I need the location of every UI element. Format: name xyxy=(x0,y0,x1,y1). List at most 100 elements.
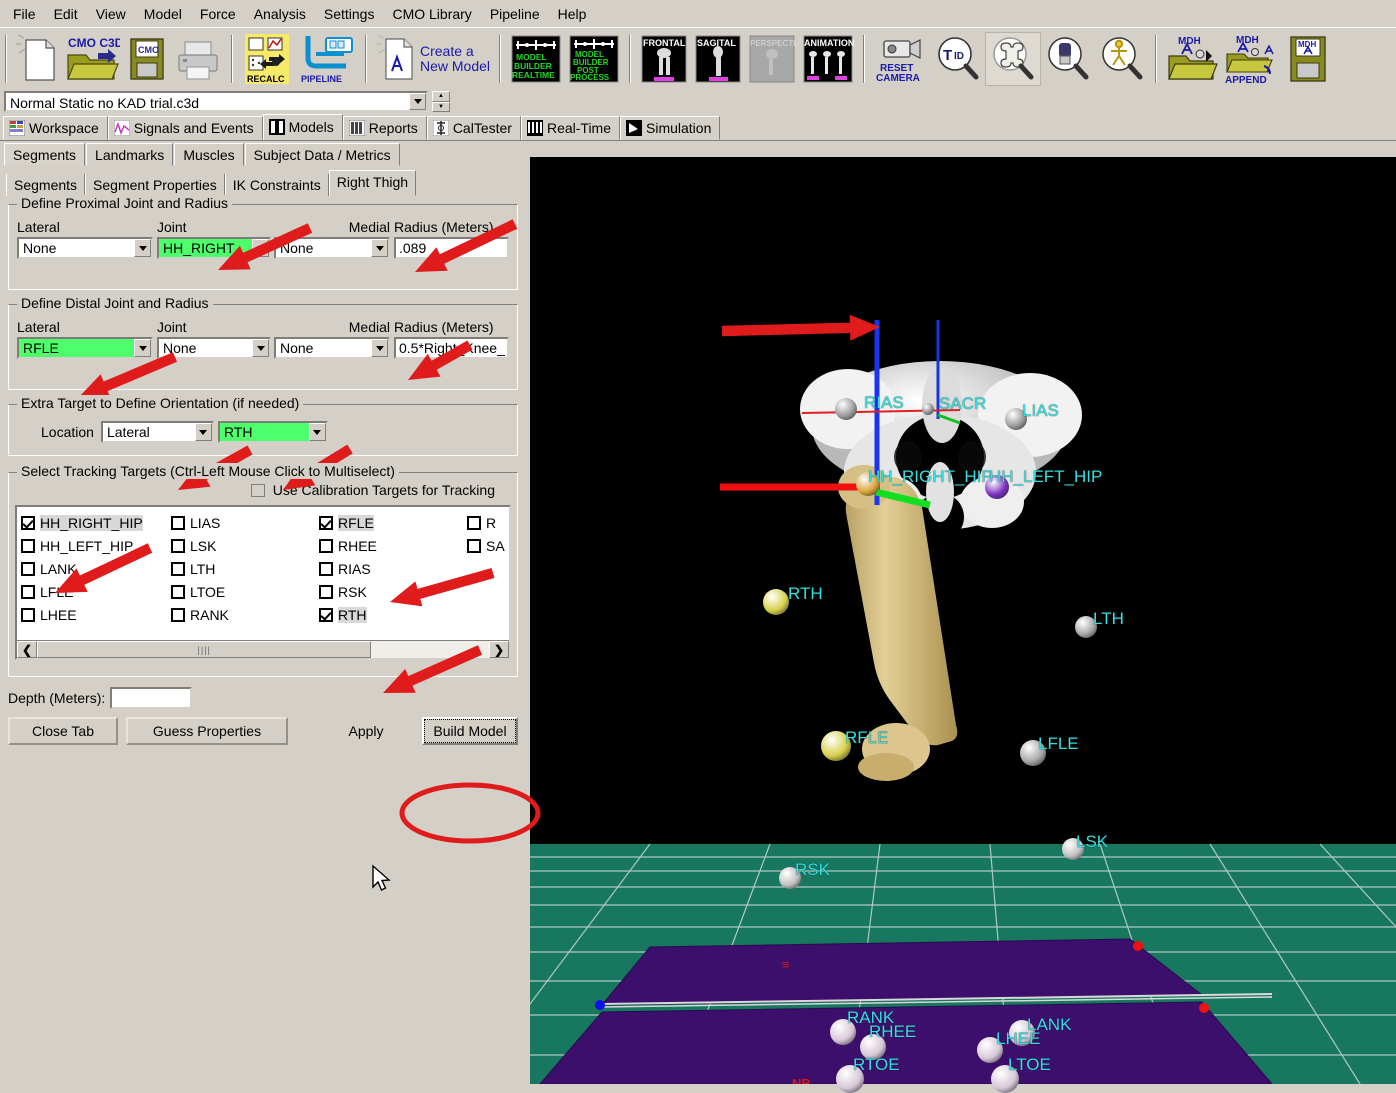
marker-sphere[interactable] xyxy=(763,589,789,615)
tracking-item-rth[interactable]: RTH xyxy=(319,603,467,626)
chevron-down-icon[interactable] xyxy=(371,339,388,357)
checkbox-icon[interactable] xyxy=(319,538,333,553)
tracking-item-rias[interactable]: RIAS xyxy=(319,557,467,580)
checkbox-icon[interactable] xyxy=(21,584,35,599)
tracking-horizontal-scrollbar[interactable]: ❮ |||| ❯ xyxy=(17,640,509,658)
skeleton-zoom-button[interactable] xyxy=(1095,32,1149,86)
reset-camera-button[interactable]: RESET CAMERA xyxy=(871,32,931,86)
tracking-item-lth[interactable]: LTH xyxy=(171,557,319,580)
mdh-open-button[interactable]: MDH xyxy=(1163,32,1221,86)
checkbox-icon[interactable] xyxy=(467,515,481,530)
tracking-item-lsk[interactable]: LSK xyxy=(171,534,319,557)
proximal-lateral-dropdown[interactable]: None xyxy=(17,237,153,259)
chevron-down-icon[interactable] xyxy=(134,239,151,257)
model-builder-post-process-button[interactable]: MODEL BUILDER POST PROCESS xyxy=(565,32,623,86)
tab-signals-and-events[interactable]: Signals and Events xyxy=(107,116,263,140)
extra-target-marker-dropdown[interactable]: RTH xyxy=(217,421,328,443)
model-3d-viewport[interactable]: ≡ NB RIAS SACR LIAS HH_RIGHT_HIP HH_LEFT… xyxy=(530,157,1396,1093)
menu-edit[interactable]: Edit xyxy=(45,3,87,25)
distal-joint-dropdown[interactable]: None xyxy=(157,337,271,359)
tab-muscles[interactable]: Muscles xyxy=(174,143,244,166)
tracking-item-clipped-2[interactable]: SA xyxy=(467,534,507,557)
apply-button[interactable]: Apply xyxy=(316,717,416,745)
checkbox-icon[interactable] xyxy=(319,561,333,576)
tracking-item-lias[interactable]: LIAS xyxy=(171,511,319,534)
menu-pipeline[interactable]: Pipeline xyxy=(481,3,549,25)
use-calibration-targets-checkbox[interactable] xyxy=(250,483,265,497)
chevron-down-icon[interactable] xyxy=(252,339,269,357)
distal-lateral-dropdown[interactable]: RFLE xyxy=(17,337,153,359)
bone-zoom-button[interactable] xyxy=(985,31,1042,86)
tracking-item-lfle[interactable]: LFLE xyxy=(21,580,171,603)
pipeline-button[interactable]: PIPELINE xyxy=(295,32,359,86)
menu-force[interactable]: Force xyxy=(191,3,245,25)
tab-models[interactable]: Models xyxy=(262,114,343,140)
build-model-button[interactable]: Build Model xyxy=(422,717,518,745)
perspective-view-button[interactable]: PERSPECTIVE xyxy=(745,32,799,86)
checkbox-icon[interactable] xyxy=(171,561,185,576)
tab-ik-constraints[interactable]: IK Constraints xyxy=(224,174,329,196)
tracking-item-rank[interactable]: RANK xyxy=(171,603,319,626)
tracking-targets-listbox[interactable]: HH_RIGHT_HIP HH_LEFT_HIP LANK LFLE LHEE … xyxy=(15,505,511,660)
tab-segments-detail[interactable]: Segments xyxy=(6,174,86,196)
proximal-radius-input[interactable]: .089 xyxy=(394,237,509,259)
menu-settings[interactable]: Settings xyxy=(315,3,384,25)
trial-file-combo[interactable]: Normal Static no KAD trial.c3d xyxy=(4,91,428,112)
tab-subject-data[interactable]: Subject Data / Metrics xyxy=(244,143,400,166)
proximal-medial-dropdown[interactable]: None xyxy=(274,237,390,259)
tab-workspace[interactable]: Workspace xyxy=(3,116,108,140)
checkbox-icon[interactable] xyxy=(319,584,333,599)
extra-target-location-dropdown[interactable]: Lateral xyxy=(100,421,214,443)
tracking-item-lhee[interactable]: LHEE xyxy=(21,603,171,626)
menu-analysis[interactable]: Analysis xyxy=(245,3,315,25)
trial-file-spinner[interactable]: ▲ ▼ xyxy=(432,91,450,112)
scrollbar-track[interactable]: |||| xyxy=(37,641,489,658)
tracking-item-hh-left-hip[interactable]: HH_LEFT_HIP xyxy=(21,534,171,557)
menu-view[interactable]: View xyxy=(87,3,135,25)
checkbox-icon[interactable] xyxy=(171,515,185,530)
checkbox-icon[interactable] xyxy=(21,607,35,622)
spinner-up-icon[interactable]: ▲ xyxy=(432,91,450,102)
checkbox-icon[interactable] xyxy=(171,607,185,622)
tab-landmarks[interactable]: Landmarks xyxy=(86,143,174,166)
chevron-left-icon[interactable]: ❮ xyxy=(17,641,37,658)
recalc-button[interactable]: RECALC xyxy=(239,32,295,86)
tab-segments[interactable]: Segments xyxy=(4,143,86,166)
scrollbar-thumb[interactable]: |||| xyxy=(37,641,372,658)
checkbox-icon[interactable] xyxy=(21,538,35,553)
distal-medial-dropdown[interactable]: None xyxy=(274,337,390,359)
chevron-down-icon[interactable] xyxy=(308,423,326,441)
tab-reports[interactable]: Reports xyxy=(342,116,427,140)
chevron-down-icon[interactable] xyxy=(134,339,151,357)
tracking-item-clipped-1[interactable]: R xyxy=(467,511,507,534)
tab-simulation[interactable]: Simulation xyxy=(620,116,721,140)
menu-help[interactable]: Help xyxy=(549,3,596,25)
checkbox-icon[interactable] xyxy=(21,515,35,530)
spinner-down-icon[interactable]: ▼ xyxy=(432,101,450,112)
tracking-item-rsk[interactable]: RSK xyxy=(319,580,467,603)
create-new-model-button[interactable]: Create a New Model xyxy=(373,32,493,86)
tid-zoom-button[interactable]: T ID xyxy=(931,32,985,86)
animation-button[interactable]: ANIMATION xyxy=(799,32,857,86)
close-tab-button[interactable]: Close Tab xyxy=(8,717,118,745)
mdh-append-button[interactable]: MDH APPEND xyxy=(1221,32,1283,86)
chevron-down-icon[interactable] xyxy=(371,239,388,257)
checkbox-icon[interactable] xyxy=(319,515,333,530)
checkbox-icon[interactable] xyxy=(21,561,35,576)
chevron-right-icon[interactable]: ❯ xyxy=(489,641,509,658)
tracking-item-rhee[interactable]: RHEE xyxy=(319,534,467,557)
tracking-item-ltoe[interactable]: LTOE xyxy=(171,580,319,603)
sagittal-view-button[interactable]: SAGITAL xyxy=(691,32,745,86)
checkbox-icon[interactable] xyxy=(319,607,333,622)
print-button[interactable] xyxy=(171,32,225,86)
tab-right-thigh[interactable]: Right Thigh xyxy=(328,170,417,196)
marker-sphere[interactable] xyxy=(922,403,934,415)
chevron-down-icon[interactable] xyxy=(409,93,426,110)
mdh-save-button[interactable]: MDH xyxy=(1283,32,1333,86)
open-cmo-c3d-button[interactable]: CMO C3D xyxy=(61,32,123,86)
frontal-view-button[interactable]: FRONTAL xyxy=(637,32,691,86)
guess-properties-button[interactable]: Guess Properties xyxy=(126,717,288,745)
menu-model[interactable]: Model xyxy=(135,3,191,25)
save-cmo-button[interactable]: CMO xyxy=(123,32,171,86)
model-builder-realtime-button[interactable]: MODEL BUILDER REALTIME xyxy=(507,32,565,86)
